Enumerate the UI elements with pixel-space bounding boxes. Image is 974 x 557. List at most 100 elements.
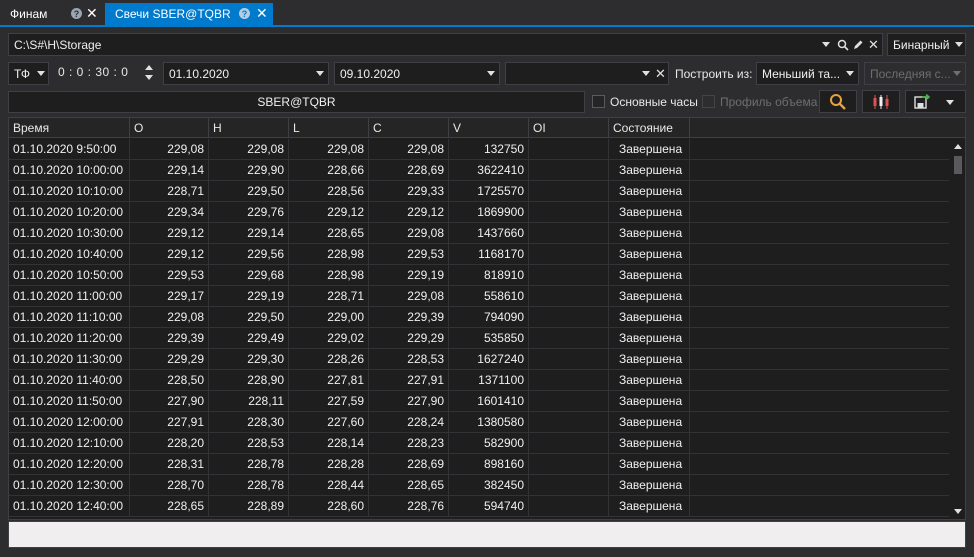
column-header[interactable]: L — [289, 118, 369, 138]
column-header[interactable]: C — [369, 118, 449, 138]
table-row[interactable]: 01.10.2020 12:40:00 228,65 228,89 228,60 228… — [9, 496, 949, 517]
timeframe-value[interactable]: 0 : 0 : 30 : 0 — [58, 65, 128, 79]
column-header[interactable]: H — [209, 118, 289, 138]
chevron-down-icon[interactable] — [145, 75, 153, 80]
cell-high: 229,19 — [209, 286, 289, 306]
cell-oi — [529, 160, 609, 180]
cell-volume: 898160 — [449, 454, 529, 474]
cell-open: 229,34 — [130, 202, 209, 222]
table-row[interactable]: 01.10.2020 12:10:00 228,20 228,53 228,14 228… — [9, 433, 949, 454]
cell-time: 01.10.2020 11:20:00 — [9, 328, 130, 348]
scroll-thumb[interactable] — [954, 156, 962, 174]
cell-volume: 594740 — [449, 496, 529, 516]
table-row[interactable]: 01.10.2020 12:00:00 227,91 228,30 227,60 228… — [9, 412, 949, 433]
volume-profile-checkbox[interactable] — [702, 95, 715, 108]
security-value: SBER@TQBR — [257, 95, 336, 109]
chevron-down-icon[interactable] — [946, 100, 954, 105]
cell-state: Завершена — [609, 265, 690, 285]
edit-icon[interactable] — [852, 39, 864, 51]
cell-oi — [529, 307, 609, 327]
last-select[interactable]: Последняя с... — [864, 62, 966, 85]
table-row[interactable]: 01.10.2020 12:20:00 228,31 228,78 228,28 228… — [9, 454, 949, 475]
column-header[interactable]: O — [130, 118, 209, 138]
scroll-down-icon[interactable] — [954, 509, 962, 514]
table-row[interactable]: 01.10.2020 12:30:00 228,70 228,78 228,44 228… — [9, 475, 949, 496]
cell-oi — [529, 433, 609, 453]
candles-button[interactable] — [862, 90, 900, 113]
chevron-down-icon[interactable] — [316, 71, 324, 76]
security-field[interactable]: SBER@TQBR — [8, 91, 585, 113]
chevron-down-icon[interactable] — [487, 71, 495, 76]
chevron-down-icon[interactable] — [822, 42, 830, 47]
table-row[interactable]: 01.10.2020 11:20:00 229,39 229,49 229,02 229… — [9, 328, 949, 349]
storage-path-field[interactable]: C:\S#\H\Storage ✕ — [8, 33, 883, 56]
table-row[interactable]: 01.10.2020 10:40:00 229,12 229,56 228,98 229… — [9, 244, 949, 265]
cell-low: 228,26 — [289, 349, 369, 369]
table-row[interactable]: 01.10.2020 10:10:00 228,71 229,50 228,56 229… — [9, 181, 949, 202]
table-row[interactable]: 01.10.2020 10:30:00 229,12 229,14 228,65 229… — [9, 223, 949, 244]
close-icon[interactable]: ✕ — [86, 5, 98, 21]
timeframe-type-select[interactable]: ТФ — [8, 62, 49, 85]
cell-oi — [529, 244, 609, 264]
table-row[interactable]: 01.10.2020 11:30:00 229,29 229,30 228,26 228… — [9, 349, 949, 370]
table-row[interactable]: 01.10.2020 11:10:00 229,08 229,50 229,00 229… — [9, 307, 949, 328]
table-row[interactable]: 01.10.2020 11:50:00 227,90 228,11 227,59 227… — [9, 391, 949, 412]
chevron-up-icon[interactable] — [145, 65, 153, 70]
help-icon[interactable]: ? — [71, 8, 82, 19]
timeframe-stepper[interactable] — [145, 64, 153, 82]
candles-icon — [873, 94, 889, 109]
table-row[interactable]: 01.10.2020 10:00:00 229,14 229,90 228,66 228… — [9, 160, 949, 181]
scroll-up-icon[interactable] — [954, 144, 962, 149]
cell-volume: 535850 — [449, 328, 529, 348]
format-select[interactable]: Бинарный — [887, 33, 966, 56]
tab-label: Финам — [10, 7, 48, 21]
cell-open: 229,14 — [130, 160, 209, 180]
vertical-scrollbar[interactable] — [951, 140, 965, 518]
cell-time: 01.10.2020 12:30:00 — [9, 475, 130, 495]
cell-oi — [529, 181, 609, 201]
search-button[interactable] — [819, 90, 857, 113]
build-from-select[interactable]: Меньший та... — [756, 62, 859, 85]
cell-close: 229,39 — [369, 307, 449, 327]
main-hours-label: Основные часы — [610, 95, 698, 109]
cell-high: 228,11 — [209, 391, 289, 411]
cell-state: Завершена — [609, 181, 690, 201]
table-row[interactable]: 01.10.2020 11:40:00 228,50 228,90 227,81 227… — [9, 370, 949, 391]
extra-select[interactable]: ✕ — [505, 62, 669, 85]
cell-state: Завершена — [609, 223, 690, 243]
column-header[interactable]: Состояние — [609, 118, 690, 138]
search-icon[interactable] — [837, 39, 849, 51]
cell-state: Завершена — [609, 202, 690, 222]
table-row[interactable]: 01.10.2020 11:00:00 229,17 229,19 228,71 229… — [9, 286, 949, 307]
close-icon[interactable]: ✕ — [256, 5, 268, 21]
cell-state: Завершена — [609, 433, 690, 453]
cell-oi — [529, 139, 609, 159]
cell-time: 01.10.2020 10:50:00 — [9, 265, 130, 285]
status-area — [8, 521, 966, 548]
column-header[interactable]: Время — [9, 118, 130, 138]
table-row[interactable]: 01.10.2020 9:50:00 229,08 229,08 229,08 229,… — [9, 139, 949, 160]
tab-candles[interactable]: Свечи SBER@TQBR ? ✕ — [105, 3, 273, 25]
cell-open: 229,12 — [130, 244, 209, 264]
timeframe-type-value: ТФ — [14, 66, 31, 81]
tab-finam[interactable]: Финам ? ✕ — [0, 3, 102, 25]
chevron-down-icon[interactable] — [642, 71, 650, 76]
help-icon[interactable]: ? — [239, 8, 250, 19]
table-row[interactable]: 01.10.2020 10:50:00 229,53 229,68 228,98 229… — [9, 265, 949, 286]
main-hours-checkbox[interactable] — [592, 95, 605, 108]
column-header[interactable]: OI — [529, 118, 609, 138]
date-to-field[interactable]: 09.10.2020 — [334, 62, 500, 85]
date-from-field[interactable]: 01.10.2020 — [163, 62, 329, 85]
table-row[interactable]: 01.10.2020 10:20:00 229,34 229,76 229,12 229… — [9, 202, 949, 223]
cell-volume: 818910 — [449, 265, 529, 285]
date-to-value: 09.10.2020 — [340, 66, 401, 81]
cell-high: 229,68 — [209, 265, 289, 285]
cell-close: 228,53 — [369, 349, 449, 369]
cell-close: 228,24 — [369, 412, 449, 432]
save-button[interactable] — [905, 90, 966, 113]
cell-oi — [529, 412, 609, 432]
cell-high: 229,49 — [209, 328, 289, 348]
close-icon[interactable]: ✕ — [868, 38, 879, 52]
column-header[interactable]: V — [449, 118, 529, 138]
close-icon[interactable]: ✕ — [655, 67, 666, 81]
